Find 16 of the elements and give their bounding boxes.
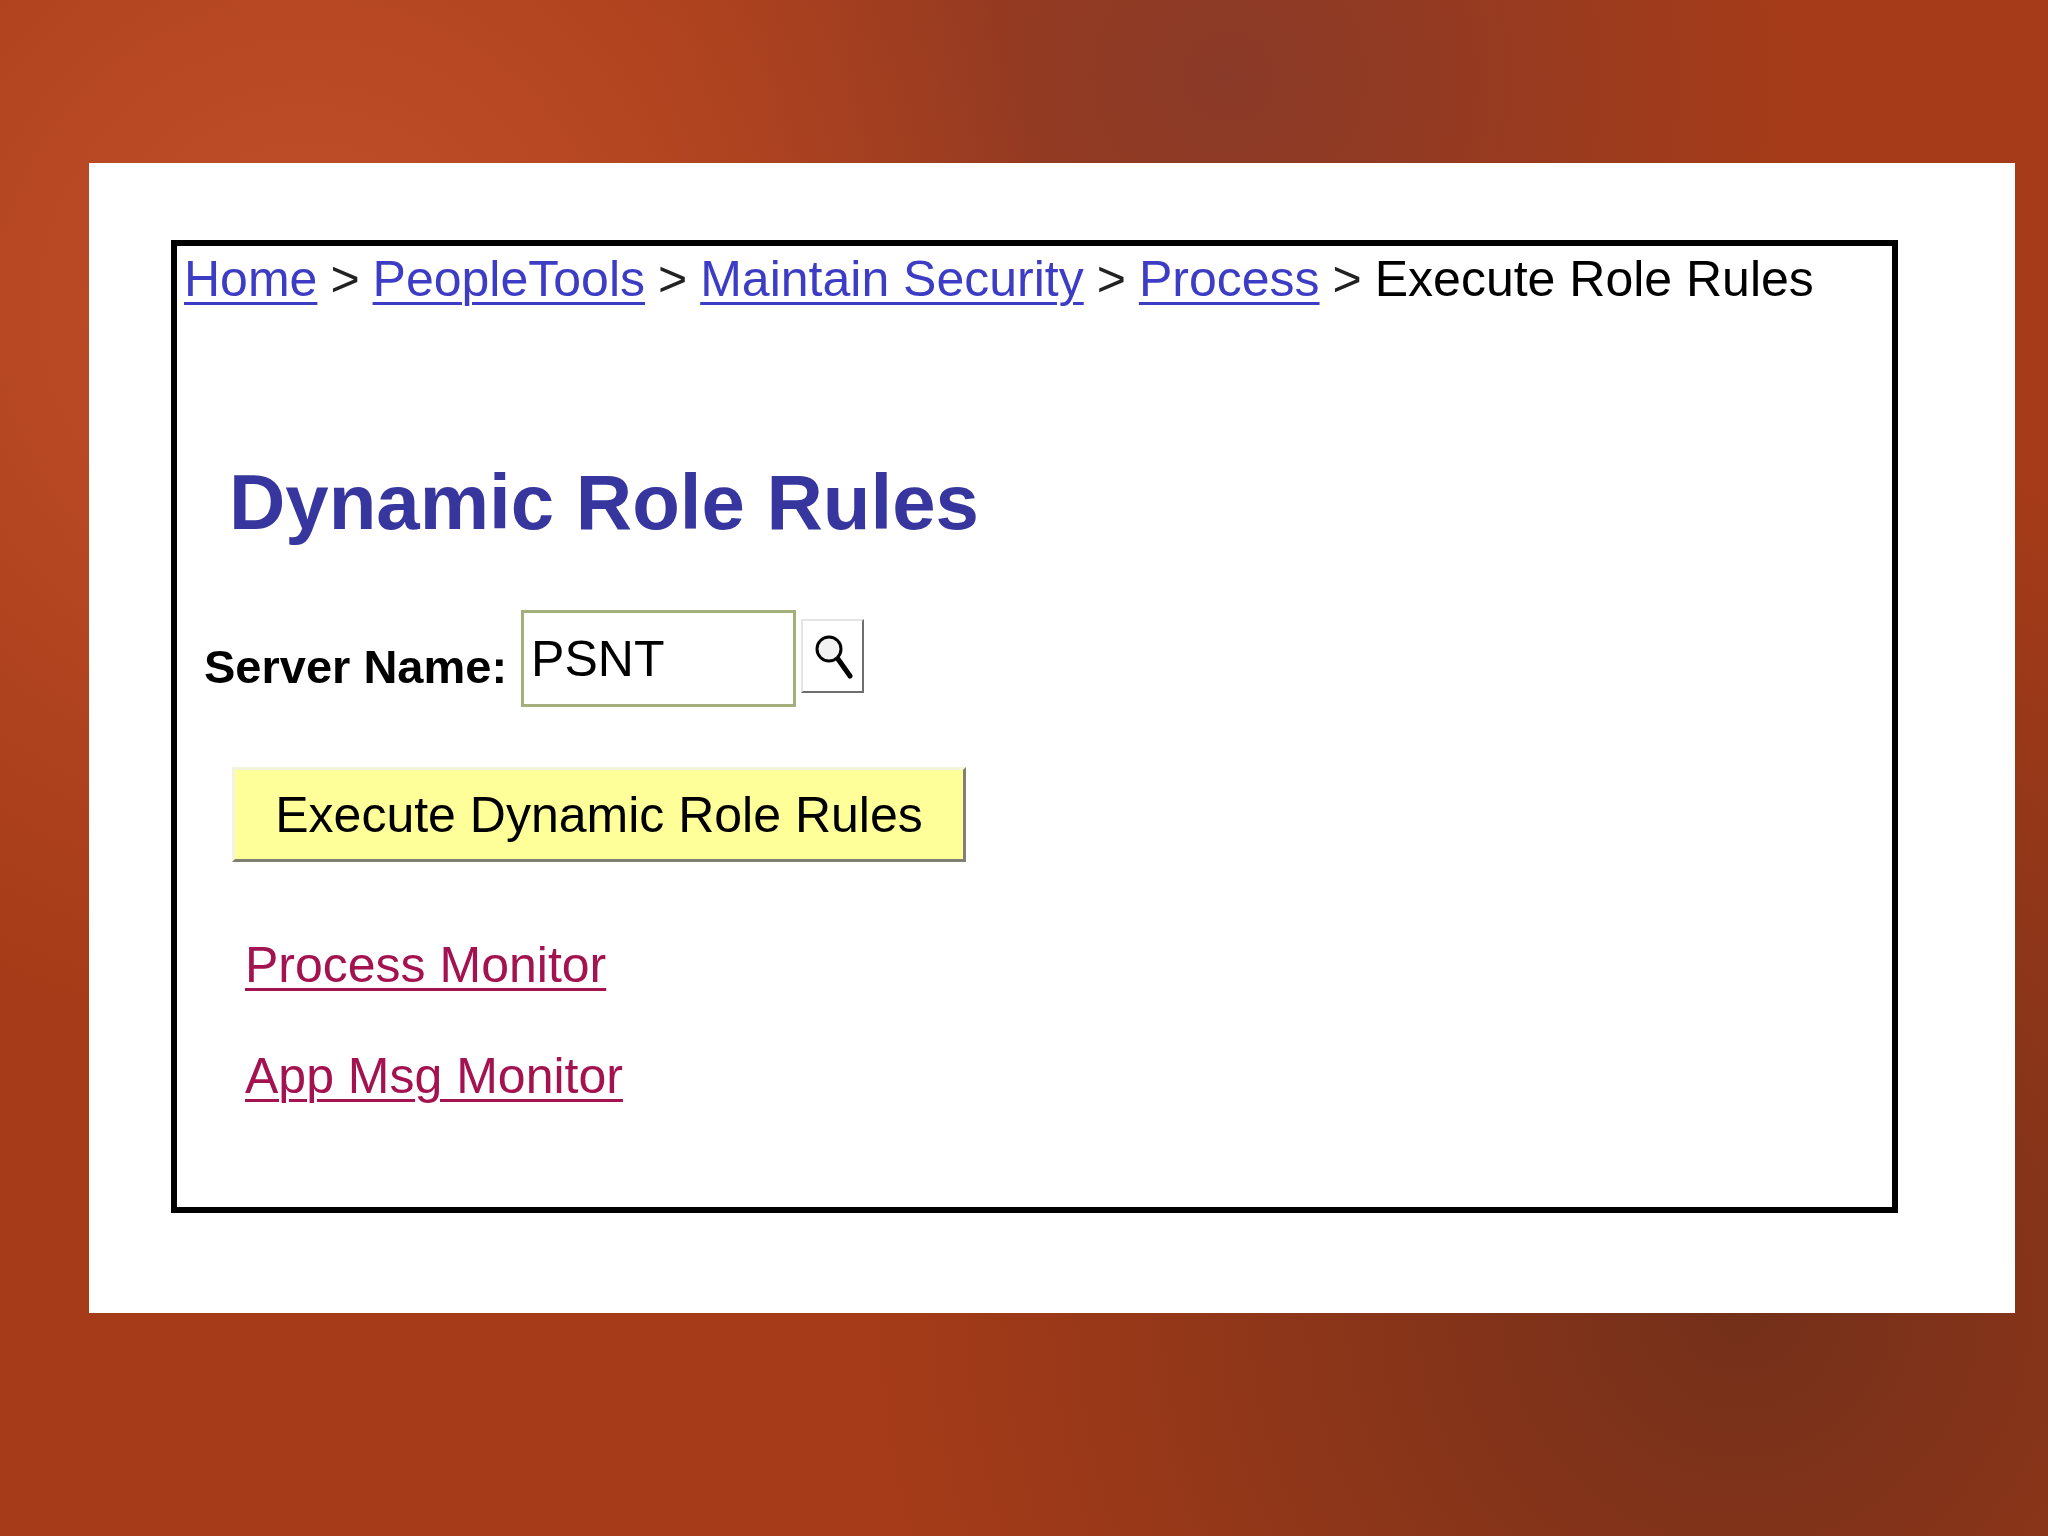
breadcrumb-separator: >: [1332, 250, 1362, 309]
breadcrumb-separator: >: [658, 250, 688, 309]
breadcrumb-link[interactable]: PeopleTools: [372, 249, 645, 309]
lookup-button[interactable]: [801, 619, 865, 693]
field-label: Server Name:: [204, 639, 508, 695]
breadcrumb-link[interactable]: Home: [184, 249, 318, 309]
monitor-link[interactable]: App Msg Monitor: [245, 1046, 623, 1106]
breadcrumb-current: Execute Role Rules: [1374, 250, 1814, 309]
execute-button[interactable]: Execute Dynamic Role Rules: [232, 767, 966, 862]
monitor-link[interactable]: Process Monitor: [245, 935, 607, 995]
page-title: Dynamic Role Rules: [229, 457, 979, 548]
breadcrumb-link[interactable]: Process: [1138, 249, 1320, 309]
server-name-input[interactable]: PSNT: [521, 610, 797, 707]
breadcrumb-link[interactable]: Maintain Security: [700, 249, 1084, 309]
breadcrumb-separator: >: [330, 250, 360, 309]
breadcrumb-separator: >: [1096, 250, 1126, 309]
